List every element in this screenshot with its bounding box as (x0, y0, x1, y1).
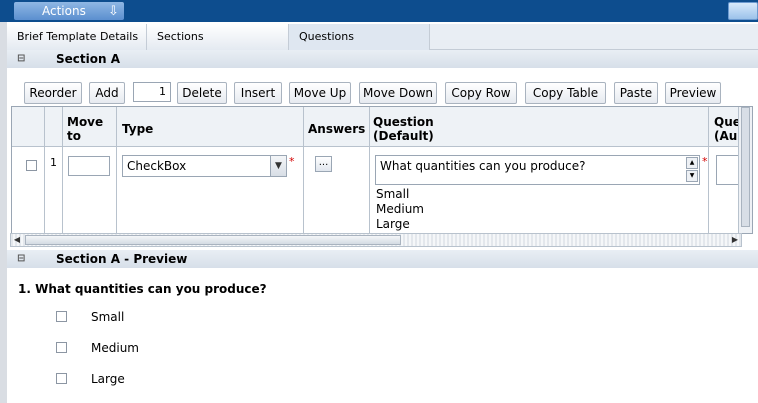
questions-table: Move to Type Answers Question (Default) … (11, 106, 753, 234)
column-divider (62, 107, 63, 233)
header-text: to (67, 129, 81, 143)
answer-option: Large (376, 217, 410, 231)
tab-bar: Brief Template Details Sections Question… (7, 24, 758, 50)
preview-question: 1. What quantities can you produce? (18, 282, 267, 296)
delete-button[interactable]: Delete (177, 82, 227, 104)
add-button[interactable]: Add (89, 82, 125, 104)
table-header: Move to Type Answers Question (Default) … (12, 107, 752, 147)
tab-brief-template-details[interactable]: Brief Template Details (7, 24, 147, 50)
tab-label: Brief Template Details (17, 30, 139, 43)
collapse-icon[interactable]: ⊟ (17, 50, 25, 68)
scrollbar-thumb[interactable] (741, 107, 750, 227)
textarea-scroll[interactable]: ▲ ▼ (686, 157, 698, 183)
window-icon[interactable] (728, 2, 758, 20)
preview-button[interactable]: Preview (665, 82, 721, 104)
insert-button[interactable]: Insert (234, 82, 282, 104)
actions-label: Actions (42, 4, 86, 18)
arrow-down-icon: ⇩ (108, 4, 119, 19)
copy-row-button[interactable]: Copy Row (445, 82, 517, 104)
column-divider (44, 107, 45, 233)
header-question-default: Question (Default) (373, 115, 434, 143)
actions-menu-button[interactable]: Actions ⇩ (14, 2, 124, 20)
tab-sections[interactable]: Sections (147, 24, 289, 50)
tab-questions[interactable]: Questions (289, 24, 430, 50)
vertical-scrollbar[interactable] (738, 107, 752, 233)
chevron-down-icon[interactable]: ▼ (270, 156, 286, 176)
header-text: (Default) (373, 129, 434, 143)
scroll-down-icon[interactable]: ▼ (686, 170, 698, 182)
section-title: Section A (56, 52, 120, 66)
type-select[interactable]: CheckBox ▼ (122, 155, 287, 177)
scroll-up-icon[interactable]: ▲ (686, 157, 698, 169)
tab-label: Sections (157, 30, 204, 43)
question-text: What quantities can you produce? (380, 159, 586, 173)
required-indicator-icon: * (702, 155, 708, 168)
left-strip (0, 22, 7, 403)
top-bar: Actions ⇩ (0, 0, 758, 22)
header-text: Move (67, 115, 104, 129)
column-divider (369, 107, 370, 233)
option-label: Large (91, 372, 125, 386)
copy-table-button[interactable]: Copy Table (525, 82, 606, 104)
option-label: Small (91, 310, 125, 324)
preview-section-title: Section A - Preview (56, 252, 188, 266)
row-select-checkbox[interactable] (26, 160, 37, 171)
section-header: ⊟ Section A (7, 50, 758, 68)
header-text: Question (373, 115, 434, 129)
preview-section-header: ⊟ Section A - Preview (7, 250, 758, 268)
move-to-input[interactable] (68, 156, 110, 176)
header-type: Type (122, 122, 154, 136)
answer-option: Small (376, 187, 410, 201)
option-checkbox[interactable] (56, 342, 67, 353)
header-answers: Answers (308, 122, 366, 136)
column-divider (303, 107, 304, 233)
scroll-left-icon[interactable]: ◀ (11, 234, 23, 246)
option-label: Medium (91, 341, 139, 355)
move-up-button[interactable]: Move Up (289, 82, 351, 104)
question-default-input[interactable]: What quantities can you produce? ▲ ▼ (375, 155, 700, 185)
required-indicator-icon: * (289, 155, 295, 168)
reorder-button[interactable]: Reorder (24, 82, 82, 104)
paste-button[interactable]: Paste (614, 82, 658, 104)
column-divider (116, 107, 117, 233)
tab-label: Questions (299, 30, 354, 43)
answer-option: Medium (376, 202, 424, 216)
answers-button[interactable]: ... (315, 156, 332, 172)
move-down-button[interactable]: Move Down (359, 82, 437, 104)
row-number: 1 (50, 156, 57, 169)
column-divider (708, 107, 709, 233)
scrollbar-thumb[interactable] (25, 235, 401, 245)
add-count-input[interactable]: 1 (133, 82, 171, 102)
option-checkbox[interactable] (56, 373, 67, 384)
horizontal-scrollbar[interactable]: ◀ ▶ (10, 233, 742, 247)
header-move-to: Move to (67, 115, 103, 143)
collapse-icon[interactable]: ⊟ (17, 250, 25, 268)
option-checkbox[interactable] (56, 311, 67, 322)
type-select-value: CheckBox (127, 159, 187, 173)
scroll-right-icon[interactable]: ▶ (729, 234, 741, 246)
